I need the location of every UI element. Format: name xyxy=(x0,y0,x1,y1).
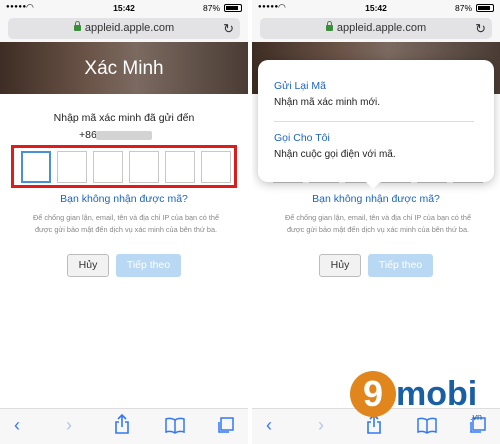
code-digit-2[interactable] xyxy=(57,151,87,183)
fine-print: Để chống gian lận, email, tên và địa chỉ… xyxy=(14,212,238,236)
browser-toolbar: ‹ › xyxy=(0,408,248,444)
address-bar: appleid.apple.com ↻ xyxy=(0,16,248,42)
code-digit-1[interactable] xyxy=(21,151,51,183)
page-title: Xác Minh xyxy=(84,58,164,79)
next-button[interactable]: Tiếp theo xyxy=(368,254,433,277)
reload-icon[interactable]: ↻ xyxy=(223,18,234,39)
no-code-link[interactable]: Bạn không nhận được mã? xyxy=(0,193,248,205)
url-field[interactable]: appleid.apple.com ↻ xyxy=(8,18,240,39)
url-text: appleid.apple.com xyxy=(84,22,175,34)
battery-percent: 87% xyxy=(454,3,472,13)
tabs-icon[interactable] xyxy=(216,417,234,435)
code-digit-6[interactable] xyxy=(201,151,231,183)
back-icon[interactable]: ‹ xyxy=(14,415,20,436)
battery-icon xyxy=(476,4,494,12)
phone-number-redacted xyxy=(96,131,152,140)
share-icon[interactable] xyxy=(114,414,130,434)
call-me-option[interactable]: Gọi Cho Tôi xyxy=(274,132,330,144)
watermark-nine: 9 xyxy=(362,373,384,414)
cancel-button[interactable]: Hủy xyxy=(319,254,361,277)
resend-code-option[interactable]: Gửi Lại Mã xyxy=(274,80,326,92)
left-screen: ●●●●● ◠ 15:42 87% appleid.apple.com ↻ Xá… xyxy=(0,0,248,444)
battery-percent: 87% xyxy=(202,3,220,13)
url-field[interactable]: appleid.apple.com ↻ xyxy=(260,18,492,39)
fine-print-line-2: được gửi bảo mật đến dịch vụ xác minh củ… xyxy=(34,225,218,234)
cancel-button[interactable]: Hủy xyxy=(67,254,109,277)
resend-code-description: Nhận mã xác minh mới. xyxy=(274,97,381,108)
code-input-row xyxy=(0,151,248,183)
back-icon[interactable]: ‹ xyxy=(266,415,272,436)
url-text: appleid.apple.com xyxy=(336,22,427,34)
lock-icon xyxy=(325,21,333,31)
forward-icon[interactable]: › xyxy=(66,415,72,436)
fine-print-line-2: được gửi bảo mật đến dịch vụ xác minh củ… xyxy=(286,225,470,234)
status-bar: ●●●●● ◠ 15:42 87% xyxy=(252,0,500,16)
watermark-suffix: .vn xyxy=(469,412,482,422)
reload-icon[interactable]: ↻ xyxy=(475,18,486,39)
call-me-description: Nhận cuộc gọi điện với mã. xyxy=(274,149,396,160)
popover-arrow xyxy=(364,180,382,189)
resend-options-popover: Gửi Lại Mã Nhận mã xác minh mới. Gọi Cho… xyxy=(258,60,494,182)
battery-icon xyxy=(224,4,242,12)
lock-icon xyxy=(73,21,81,31)
watermark-logo: 9 mobi .vn xyxy=(350,371,486,423)
code-digit-4[interactable] xyxy=(129,151,159,183)
code-digit-5[interactable] xyxy=(165,151,195,183)
phone-number-prefix: +86 xyxy=(79,129,97,141)
address-bar: appleid.apple.com ↻ xyxy=(252,16,500,42)
next-button[interactable]: Tiếp theo xyxy=(116,254,181,277)
fine-print-line-1: Để chống gian lận, email, tên và địa chỉ… xyxy=(32,213,220,222)
no-code-link[interactable]: Bạn không nhận được mã? xyxy=(252,193,500,205)
page-header: Xác Minh xyxy=(0,42,248,94)
fine-print-line-1: Để chống gian lận, email, tên và địa chỉ… xyxy=(284,213,472,222)
forward-icon[interactable]: › xyxy=(318,415,324,436)
verification-prompt: Nhập mã xác minh đã gửi đến xyxy=(53,112,195,124)
watermark-text: mobi xyxy=(396,375,478,413)
code-digit-3[interactable] xyxy=(93,151,123,183)
bookmarks-icon[interactable] xyxy=(165,417,185,434)
fine-print: Để chống gian lận, email, tên và địa chỉ… xyxy=(266,212,490,236)
popover-divider xyxy=(274,121,474,122)
status-bar: ●●●●● ◠ 15:42 87% xyxy=(0,0,248,16)
